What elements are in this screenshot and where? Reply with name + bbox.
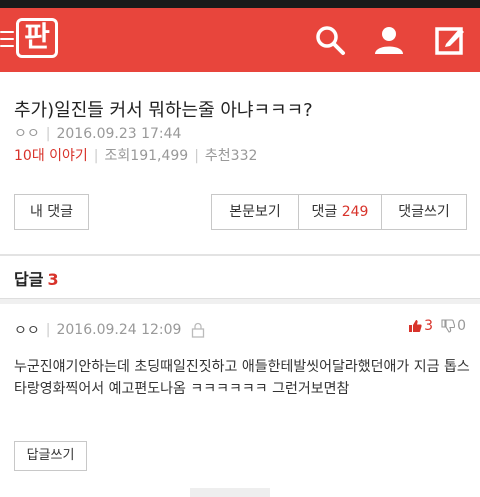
app-bar: 판 — [0, 8, 480, 72]
logo-text: 판 — [24, 20, 50, 53]
post-date: 2016.09.23 17:44 — [56, 126, 182, 142]
upvote-count: 3 — [424, 318, 434, 334]
status-bar — [0, 0, 480, 8]
views-count: 191,499 — [130, 148, 189, 164]
lock-icon — [191, 322, 205, 338]
divider — [0, 298, 480, 304]
search-icon[interactable] — [314, 24, 346, 56]
write-comment-button[interactable]: 댓글쓰기 — [382, 195, 466, 229]
write-reply-button[interactable]: 답글쓰기 — [14, 441, 87, 471]
replies-label: 답글 — [14, 270, 44, 289]
downvote-button[interactable]: 0 — [441, 318, 466, 334]
thumbs-up-icon — [409, 320, 422, 332]
post-meta: ㅇㅇ | 2016.09.23 17:44 — [14, 126, 182, 142]
recommend-label: 추천 — [204, 148, 231, 164]
comment-date: 2016.09.24 12:09 — [56, 322, 182, 338]
comment-votes: 3 0 — [408, 318, 466, 334]
replies-header: 답글 3 — [14, 266, 59, 290]
menu-icon[interactable] — [0, 31, 14, 47]
comment-body: 누군진얘기안하는데 초딩때일진짓하고 애들한테발씻어달라했던애가 지금 톱스타랑… — [14, 359, 470, 397]
recommend-count: 332 — [230, 148, 258, 164]
comments-count: 249 — [341, 204, 369, 220]
comment-author[interactable]: ㅇㅇ — [14, 320, 40, 340]
post-action-group: 본문보기 댓글 249 댓글쓰기 — [211, 194, 467, 230]
replies-count: 3 — [47, 270, 59, 289]
user-icon[interactable] — [373, 24, 405, 56]
next-comment-edge — [190, 488, 270, 497]
write-icon[interactable] — [434, 24, 466, 56]
thumbs-down-icon — [441, 319, 456, 333]
comments-button[interactable]: 댓글 249 — [299, 195, 382, 229]
post-stats: 10대 이야기 | 조회191,499 | 추천332 — [14, 148, 258, 164]
comments-label: 댓글 — [311, 204, 338, 220]
my-comments-button[interactable]: 내 댓글 — [14, 194, 89, 230]
post-author[interactable]: ㅇㅇ — [14, 126, 40, 142]
post-title: 추가)일진들 커서 뭐하는줄 아냐ㅋㅋㅋ? — [14, 100, 313, 121]
comment-meta: ㅇㅇ | 2016.09.24 12:09 — [14, 320, 205, 340]
view-post-button[interactable]: 본문보기 — [212, 195, 299, 229]
downvote-count: 0 — [457, 318, 466, 334]
post-category[interactable]: 10대 이야기 — [14, 148, 88, 164]
views-label: 조회 — [104, 148, 131, 164]
divider — [0, 254, 480, 256]
upvote-button[interactable]: 3 — [408, 318, 433, 334]
